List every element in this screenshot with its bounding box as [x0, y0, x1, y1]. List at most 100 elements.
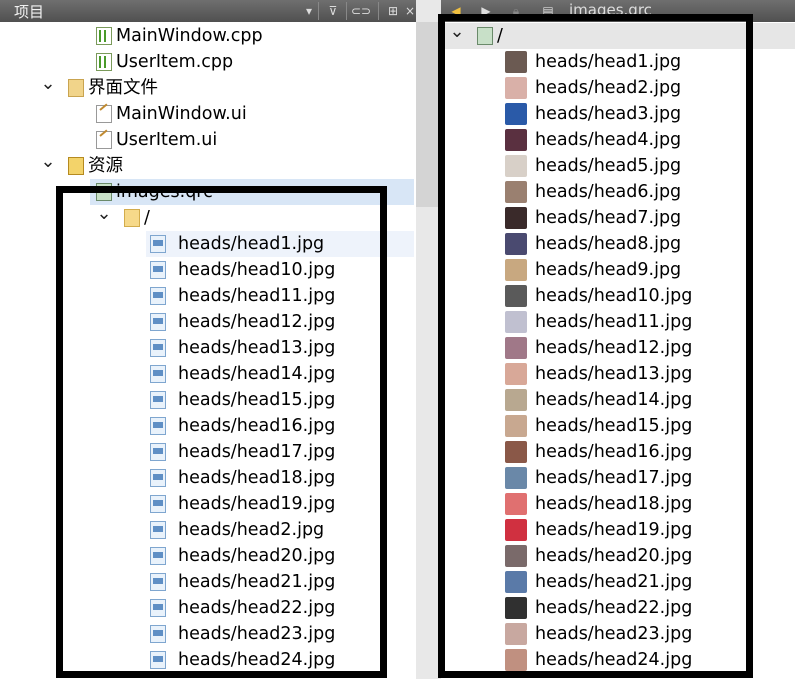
list-item[interactable]: heads/head9.jpg	[441, 257, 795, 283]
list-item[interactable]: heads/head24.jpg	[0, 647, 416, 673]
list-item[interactable]: heads/head8.jpg	[441, 231, 795, 257]
dropdown-icon[interactable]: ▾	[298, 2, 320, 20]
tree-item[interactable]: ⌄ /	[0, 205, 416, 231]
image-file-icon	[150, 521, 166, 539]
lock-icon[interactable]: 🔒︎	[505, 2, 527, 20]
filter-icon[interactable]: ⊽	[322, 2, 344, 20]
chevron-down-icon[interactable]: ⌄	[40, 75, 56, 101]
split-icon[interactable]: ⊞	[382, 2, 404, 20]
tree-item[interactable]: MainWindow.ui	[0, 101, 416, 127]
list-item[interactable]: heads/head3.jpg	[441, 101, 795, 127]
image-thumbnail	[505, 337, 527, 359]
list-item[interactable]: heads/head16.jpg	[0, 413, 416, 439]
list-item[interactable]: heads/head12.jpg	[0, 309, 416, 335]
list-item[interactable]: heads/head1.jpg	[441, 49, 795, 75]
tree-item-label: UserItem.ui	[116, 130, 218, 150]
panel-title: 项目	[14, 3, 45, 21]
list-item[interactable]: heads/head20.jpg	[441, 543, 795, 569]
list-item[interactable]: heads/head2.jpg	[0, 517, 416, 543]
back-icon[interactable]: ◀	[445, 2, 467, 20]
list-item[interactable]: heads/head15.jpg	[441, 413, 795, 439]
scrollbar-thumb[interactable]	[416, 22, 441, 207]
list-item[interactable]: heads/head10.jpg	[0, 257, 416, 283]
file-label: heads/head22.jpg	[178, 598, 336, 618]
list-item[interactable]: heads/head22.jpg	[441, 595, 795, 621]
file-label: heads/head12.jpg	[178, 312, 336, 332]
list-item[interactable]: heads/head23.jpg	[441, 621, 795, 647]
tree-item[interactable]: ⌄ 界面文件	[0, 75, 416, 101]
file-label: heads/head19.jpg	[178, 494, 336, 514]
list-item[interactable]: heads/head5.jpg	[441, 153, 795, 179]
image-file-icon	[150, 261, 166, 279]
image-thumbnail	[505, 259, 527, 281]
tree-item[interactable]: MainWindow.cpp	[0, 23, 416, 49]
list-item[interactable]: heads/head14.jpg	[0, 361, 416, 387]
file-label: heads/head15.jpg	[535, 416, 693, 436]
image-file-icon	[150, 417, 166, 435]
image-file-icon	[150, 469, 166, 487]
list-item[interactable]: heads/head11.jpg	[0, 283, 416, 309]
image-file-icon	[150, 651, 166, 669]
list-item[interactable]: heads/head16.jpg	[441, 439, 795, 465]
image-thumbnail	[505, 597, 527, 619]
list-item[interactable]: heads/head1.jpg	[0, 231, 416, 257]
list-item[interactable]: heads/head11.jpg	[441, 309, 795, 335]
list-item[interactable]: heads/head19.jpg	[441, 517, 795, 543]
list-item[interactable]: heads/head13.jpg	[0, 335, 416, 361]
list-item[interactable]: heads/head20.jpg	[0, 543, 416, 569]
file-label: heads/head20.jpg	[535, 546, 693, 566]
forms-folder-icon	[68, 79, 84, 97]
list-item[interactable]: heads/head6.jpg	[441, 179, 795, 205]
chevron-down-icon[interactable]: ⌄	[449, 23, 465, 49]
list-item[interactable]: heads/head10.jpg	[441, 283, 795, 309]
chevron-down-icon[interactable]: ⌄	[40, 153, 56, 179]
image-file-icon	[150, 339, 166, 357]
tree-item[interactable]: UserItem.cpp	[0, 49, 416, 75]
forward-icon[interactable]: ▶	[475, 2, 497, 20]
left-scrollbar[interactable]	[416, 0, 441, 679]
list-item[interactable]: heads/head22.jpg	[0, 595, 416, 621]
file-label: heads/head22.jpg	[535, 598, 693, 618]
tree-item[interactable]: ⌄ 资源	[0, 153, 416, 179]
tree-item[interactable]: UserItem.ui	[0, 127, 416, 153]
file-label: heads/head3.jpg	[535, 104, 682, 124]
file-label: heads/head18.jpg	[535, 494, 693, 514]
list-item[interactable]: heads/head21.jpg	[441, 569, 795, 595]
image-file-icon	[150, 313, 166, 331]
list-item[interactable]: heads/head17.jpg	[0, 439, 416, 465]
list-item[interactable]: heads/head18.jpg	[0, 465, 416, 491]
tree-item[interactable]: ⌄ images.qrc	[0, 179, 416, 205]
image-thumbnail	[505, 103, 527, 125]
list-item[interactable]: heads/head4.jpg	[441, 127, 795, 153]
file-label: heads/head12.jpg	[535, 338, 693, 358]
file-label: heads/head8.jpg	[535, 234, 682, 254]
chevron-down-icon[interactable]: ⌄	[68, 179, 84, 205]
list-item[interactable]: heads/head12.jpg	[441, 335, 795, 361]
image-thumbnail	[505, 51, 527, 73]
folder-icon	[124, 209, 140, 227]
file-label: heads/head1.jpg	[178, 234, 325, 254]
chevron-down-icon[interactable]: ⌄	[96, 205, 112, 231]
tree-item-label: UserItem.cpp	[116, 52, 234, 72]
file-label: heads/head21.jpg	[178, 572, 336, 592]
close-icon[interactable]: ×	[404, 2, 416, 20]
list-item[interactable]: heads/head2.jpg	[441, 75, 795, 101]
list-item[interactable]: heads/head17.jpg	[441, 465, 795, 491]
link-icon[interactable]: ⊂⊃	[350, 2, 372, 20]
resource-root-row[interactable]: ⌄ /	[441, 23, 795, 49]
file-label: heads/head4.jpg	[535, 130, 682, 150]
list-item[interactable]: heads/head24.jpg	[441, 647, 795, 673]
list-item[interactable]: heads/head18.jpg	[441, 491, 795, 517]
list-item[interactable]: heads/head14.jpg	[441, 387, 795, 413]
open-file-tab[interactable]: images.qrc	[569, 1, 652, 19]
list-item[interactable]: heads/head21.jpg	[0, 569, 416, 595]
list-item[interactable]: heads/head15.jpg	[0, 387, 416, 413]
list-item[interactable]: heads/head13.jpg	[441, 361, 795, 387]
file-label: heads/head2.jpg	[535, 78, 682, 98]
list-item[interactable]: heads/head23.jpg	[0, 621, 416, 647]
file-label: heads/head14.jpg	[535, 390, 693, 410]
tree-item-label: MainWindow.cpp	[116, 26, 263, 46]
list-item[interactable]: heads/head19.jpg	[0, 491, 416, 517]
list-item[interactable]: heads/head7.jpg	[441, 205, 795, 231]
image-thumbnail	[505, 467, 527, 489]
